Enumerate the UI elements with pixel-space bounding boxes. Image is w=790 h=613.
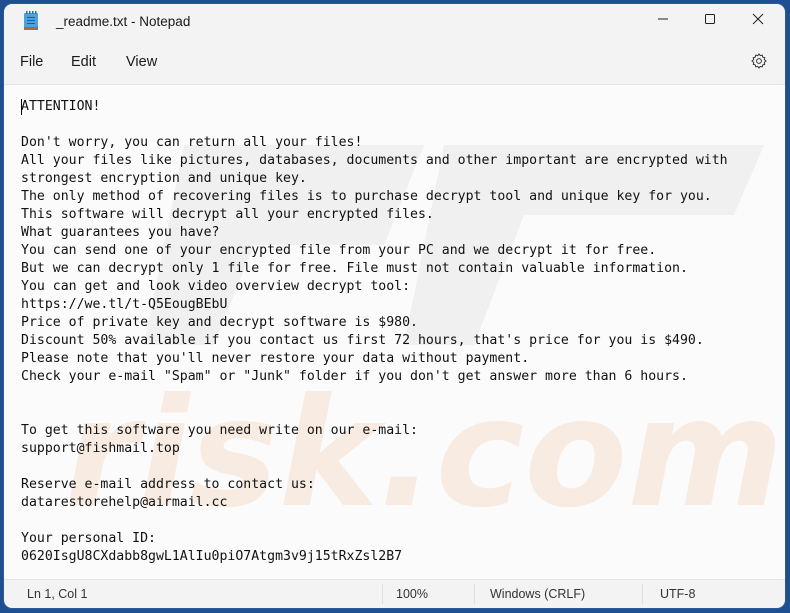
text-line: You can send one of your encrypted file … xyxy=(21,243,657,258)
text-line: Price of private key and decrypt softwar… xyxy=(21,315,418,330)
text-line xyxy=(21,116,785,134)
cursor-position: Ln 1, Col 1 xyxy=(27,587,88,601)
text-line: But we can decrypt only 1 file for free.… xyxy=(21,261,688,276)
text-line: What guarantees you have? xyxy=(21,225,220,240)
text-line xyxy=(21,458,785,476)
menu-file[interactable]: File xyxy=(20,52,43,72)
close-button[interactable] xyxy=(735,4,781,38)
gear-icon xyxy=(750,52,768,75)
text-line: The only method of recovering files is t… xyxy=(21,189,712,204)
line-ending: Windows (CRLF) xyxy=(490,587,586,601)
title-bar[interactable]: _readme.txt - Notepad xyxy=(4,4,785,42)
zoom-level: 100% xyxy=(396,587,428,601)
text-line xyxy=(21,404,785,422)
window-title: _readme.txt - Notepad xyxy=(56,14,191,29)
document-text[interactable]: ATTENTION! Don't worry, you can return al… xyxy=(21,98,785,579)
text-line: You can get and look video overview decr… xyxy=(21,279,411,294)
menu-edit[interactable]: Edit xyxy=(71,52,96,72)
status-divider xyxy=(382,584,383,604)
text-line: Don't worry, you can return all your fil… xyxy=(21,135,363,150)
status-divider xyxy=(474,584,475,604)
text-line: 0620IsgU8CXdabb8gwL1AlIu0piO7Atgm3v9j15t… xyxy=(21,549,403,564)
text-line: strongest encryption and unique key. xyxy=(21,171,307,186)
maximize-icon xyxy=(704,12,716,30)
status-divider xyxy=(642,584,643,604)
text-line: ATTENTION! xyxy=(21,99,101,114)
text-line xyxy=(21,512,785,530)
maximize-button[interactable] xyxy=(687,4,733,38)
text-line: To get this software you need write on o… xyxy=(21,423,418,438)
text-line: datarestorehelp@airmail.cc xyxy=(21,495,228,510)
text-line: All your files like pictures, databases,… xyxy=(21,153,728,168)
settings-button[interactable] xyxy=(746,50,772,76)
menu-view[interactable]: View xyxy=(126,52,157,72)
text-line: https://we.tl/t-Q5EougBEbU xyxy=(21,297,228,312)
minimize-button[interactable] xyxy=(640,4,686,38)
text-line: This software will decrypt all your encr… xyxy=(21,207,434,222)
notepad-window: _readme.txt - Notepad File Edit View ris… xyxy=(4,4,785,608)
text-line: Check your e-mail "Spam" or "Junk" folde… xyxy=(21,369,688,384)
encoding: UTF-8 xyxy=(660,587,696,601)
minimize-icon xyxy=(657,12,669,30)
notepad-icon xyxy=(24,11,38,31)
text-line: support@fishmail.top xyxy=(21,441,180,456)
menu-bar: File Edit View xyxy=(4,42,785,82)
close-icon xyxy=(752,12,764,30)
text-editor[interactable]: risk.com ATTENTION! Don't worry, you can … xyxy=(4,84,785,580)
text-line: Your personal ID: xyxy=(21,531,156,546)
status-bar: Ln 1, Col 1 100% Windows (CRLF) UTF-8 xyxy=(4,579,785,608)
text-line: Discount 50% available if you contact us… xyxy=(21,333,704,348)
text-line: Please note that you'll never restore yo… xyxy=(21,351,530,366)
text-line xyxy=(21,386,785,404)
text-line: Reserve e-mail address to contact us: xyxy=(21,477,315,492)
